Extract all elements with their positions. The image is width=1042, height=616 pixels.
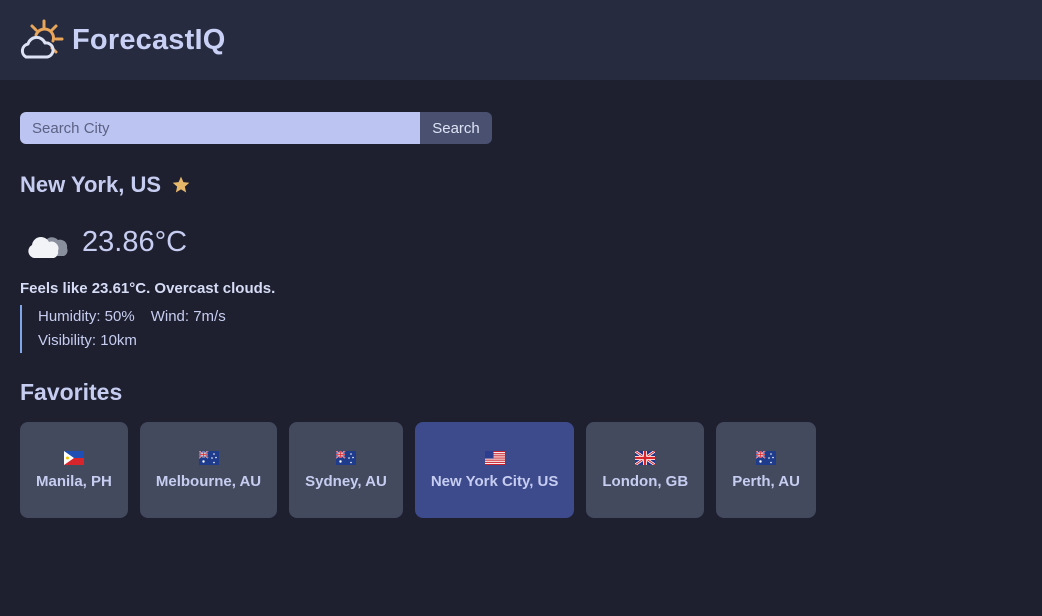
favorites-heading: Favorites [20,379,123,405]
au-flag-icon [756,450,777,465]
details-row-2: Visibility: 10km [38,329,1022,353]
au-flag-icon [198,450,219,465]
favorites-list: Manila, PH Melbourne, AU Sydney, AU New … [20,422,1022,518]
cloud-icon [28,237,68,258]
temperature-value: 23.86°C [82,225,188,258]
favorite-label: New York City, US [430,472,559,490]
main-content: Search New York, US 23.86°C Feels like 2… [0,80,1042,518]
star-icon[interactable] [171,175,191,195]
app-title: ForecastIQ [72,23,226,56]
favorite-label: Perth, AU [732,472,800,490]
app-header: ForecastIQ [0,0,1042,80]
wind-value: Wind: 7m/s [150,308,226,325]
favorite-card-melbourne[interactable]: Melbourne, AU [139,422,278,518]
visibility-value: Visibility: 10km [38,332,137,349]
details-row-1: Humidity: 50% Wind: 7m/s [38,305,1022,329]
feels-like-text: Feels like 23.61°C. Overcast clouds. [20,280,276,297]
us-flag-icon [484,450,505,465]
au-flag-icon [335,450,356,465]
favorite-label: Sydney, AU [305,472,387,490]
weather-details: Humidity: 50% Wind: 7m/s Visibility: 10km [20,305,1022,353]
favorite-label: Melbourne, AU [155,472,262,490]
ph-flag-icon [63,450,84,465]
city-name: New York, US [20,172,162,197]
favorite-label: London, GB [602,472,689,490]
search-input[interactable] [20,112,420,144]
humidity-value: Humidity: 50% [38,308,135,325]
favorite-card-london[interactable]: London, GB [586,422,705,518]
gb-flag-icon [635,450,656,465]
current-city-row: New York, US [20,170,1022,200]
search-bar: Search [20,112,492,144]
favorite-card-new-york-city[interactable]: New York City, US [414,422,575,518]
favorite-label: Manila, PH [36,472,112,490]
favorite-card-manila[interactable]: Manila, PH [20,422,128,518]
temperature-row: 23.86°C [20,214,1022,270]
favorite-card-perth[interactable]: Perth, AU [716,422,816,518]
sun-cloud-logo-icon [20,19,64,59]
search-button[interactable]: Search [420,112,492,144]
favorite-card-sydney[interactable]: Sydney, AU [289,422,403,518]
